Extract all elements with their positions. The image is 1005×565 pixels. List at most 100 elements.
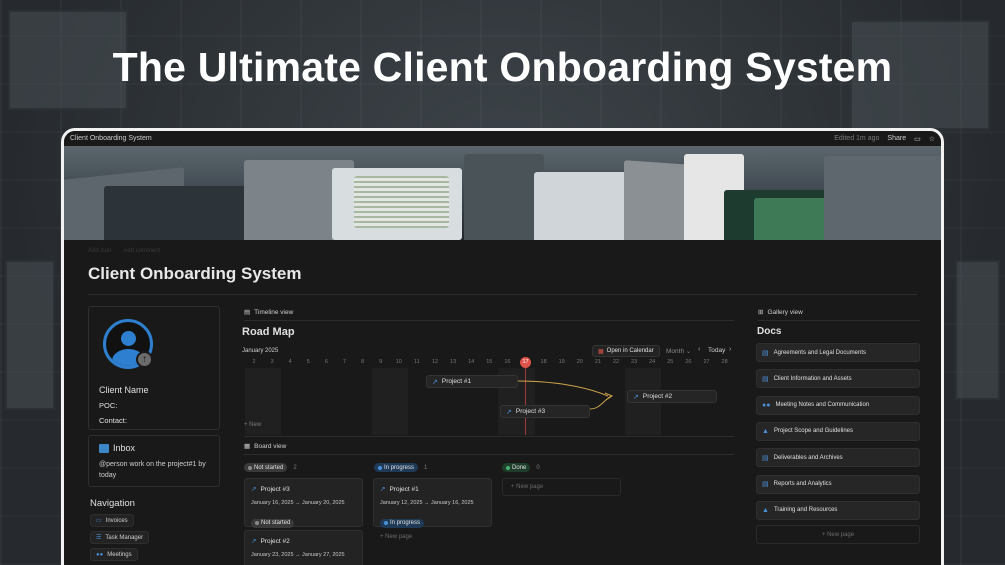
doc-title: Meeting Notes and Communication (775, 402, 870, 409)
timeline-day: 5 (306, 359, 310, 365)
divider (244, 454, 734, 455)
arrow-icon: ↗ (251, 538, 257, 545)
chevron-right-icon[interactable]: › (729, 346, 731, 353)
open-in-calendar-button[interactable]: ▦ Open in Calendar (592, 345, 660, 357)
arrow-icon: ↗ (432, 378, 438, 386)
timeline-view-tab[interactable]: ▤ Timeline view (244, 308, 293, 317)
timeline-day: 28 (721, 359, 728, 365)
doc-card[interactable]: ▲ Project Scope and Guidelines (756, 421, 920, 441)
doc-title: Agreements and Legal Documents (773, 349, 867, 356)
client-poc: POC: (99, 401, 118, 410)
doc-card[interactable]: ▤ Reports and Analytics (756, 474, 920, 494)
divider (758, 320, 920, 321)
board-column-done[interactable]: Done 0 (502, 463, 540, 472)
timeline-day: 20 (576, 359, 583, 365)
page-title[interactable]: Client Onboarding System (88, 264, 301, 284)
board-column-in-progress[interactable]: In progress 1 (374, 463, 427, 472)
nav-item-invoices[interactable]: ▭ Invoices (90, 514, 134, 527)
timeline-day: 7 (342, 359, 347, 365)
board-column-not-started[interactable]: Not started 2 (244, 463, 297, 472)
docs-title: Docs (757, 326, 782, 337)
doc-title: Project Scope and Guidelines (773, 428, 853, 435)
timeline-day: 26 (685, 359, 692, 365)
doc-title: Client Information and Assets (773, 375, 852, 382)
doc-icon: ▲ (762, 427, 769, 435)
divider (244, 436, 734, 437)
client-contact: Contact: (99, 416, 127, 425)
comment-icon[interactable]: ▭ (914, 135, 921, 143)
timeline-day: 12 (431, 359, 439, 365)
board-icon: ▦ (244, 443, 251, 450)
timeline-icon: ▤ (244, 309, 251, 316)
upload-icon[interactable]: ↑ (136, 351, 153, 368)
doc-title: Reports and Analytics (773, 481, 832, 487)
share-button[interactable]: Share (887, 135, 906, 142)
divider (88, 294, 917, 295)
timeline-weekend-column (263, 368, 282, 435)
today-button[interactable]: Today (708, 347, 725, 354)
tab-title[interactable]: Client Onboarding System (70, 135, 152, 142)
inbox-text[interactable]: @person work on the project#1 by today (99, 459, 209, 481)
timeline-day: 10 (395, 359, 402, 365)
doc-title: Deliverables and Archives (773, 454, 843, 461)
timeline-day: 6 (324, 359, 328, 365)
add-comment-button[interactable]: Add comment (123, 248, 160, 254)
board-card-project-3[interactable]: ↗ Project #3 January 16, 2025 → January 2… (244, 478, 363, 528)
new-page-button[interactable]: + New page (502, 478, 621, 496)
divider (244, 320, 734, 321)
doc-icon: ▤ (762, 349, 769, 357)
timeline-day: 15 (486, 359, 493, 365)
board-view-tab[interactable]: ▦ Board view (244, 442, 286, 451)
notion-window: Client Onboarding System Edited 1m ago S… (61, 128, 944, 565)
dependency-arrow (517, 380, 614, 410)
doc-card[interactable]: ▤ Client Information and Assets (756, 369, 920, 389)
timeline-day: 4 (288, 359, 292, 365)
doc-card[interactable]: ●● Meeting Notes and Communication (756, 395, 920, 415)
doc-card[interactable]: ▲ Training and Resources (756, 500, 920, 520)
zoom-dropdown[interactable]: Month ⌄ (666, 347, 691, 355)
nav-item-meetings[interactable]: ●● Meetings (90, 548, 138, 561)
timeline-bar-project-2[interactable]: ↗ Project #2 (627, 390, 717, 403)
chevron-left-icon[interactable]: ‹ (698, 346, 700, 353)
invoice-icon: ▭ (96, 518, 102, 524)
client-name: Client Name (99, 385, 149, 395)
timeline-day: 23 (631, 359, 638, 365)
doc-icon: ▤ (762, 375, 769, 383)
new-page-button[interactable]: + New page (380, 534, 412, 540)
status-badge: Not started (251, 518, 295, 528)
timeline-new-button[interactable]: + New (244, 422, 261, 428)
arrow-icon: ↗ (633, 393, 639, 401)
cover-image (64, 146, 941, 240)
timeline-day: 18 (540, 359, 547, 365)
timeline-day: 14 (468, 359, 475, 365)
timeline-day: 25 (667, 359, 674, 365)
timeline-day: 8 (361, 359, 365, 365)
doc-card[interactable]: ▤ Deliverables and Archives (756, 448, 920, 468)
roadmap-title: Road Map (242, 326, 295, 338)
doc-icon: ●● (762, 401, 771, 409)
new-page-button[interactable]: + New page (756, 525, 920, 544)
timeline-weekend-column (389, 368, 408, 435)
timeline-day: 3 (270, 359, 274, 365)
timeline-month: January 2025 (242, 348, 279, 354)
timeline-day: 11 (414, 359, 420, 365)
client-profile-card: ↑ Client Name POC: Contact: (88, 306, 220, 430)
list-icon: ☰ (96, 535, 102, 541)
doc-icon: ▲ (762, 506, 769, 514)
board-card-project-1[interactable]: ↗ Project #1 January 12, 2025 → January 1… (373, 478, 492, 528)
timeline-day: 16 (504, 359, 511, 365)
doc-title: Training and Resources (773, 507, 838, 514)
gallery-view-tab[interactable]: ⊞ Gallery view (758, 308, 803, 317)
board-card-project-2[interactable]: ↗ Project #2 January 23, 2025 → January 2… (244, 530, 363, 565)
window-topbar: Client Onboarding System Edited 1m ago S… (64, 131, 941, 146)
navigation-title: Navigation (90, 498, 135, 509)
doc-icon: ▤ (762, 454, 769, 462)
star-icon[interactable]: ☆ (929, 135, 935, 143)
nav-item-task-manager[interactable]: ☰ Task Manager (90, 531, 150, 544)
arrow-icon: ↗ (251, 486, 257, 493)
doc-card[interactable]: ▤ Agreements and Legal Documents (756, 343, 920, 362)
today-marker: 17 (520, 357, 531, 368)
add-icon-button[interactable]: Add icon (88, 248, 111, 254)
doc-icon: ▤ (762, 481, 769, 488)
timeline-day: 21 (594, 359, 601, 365)
